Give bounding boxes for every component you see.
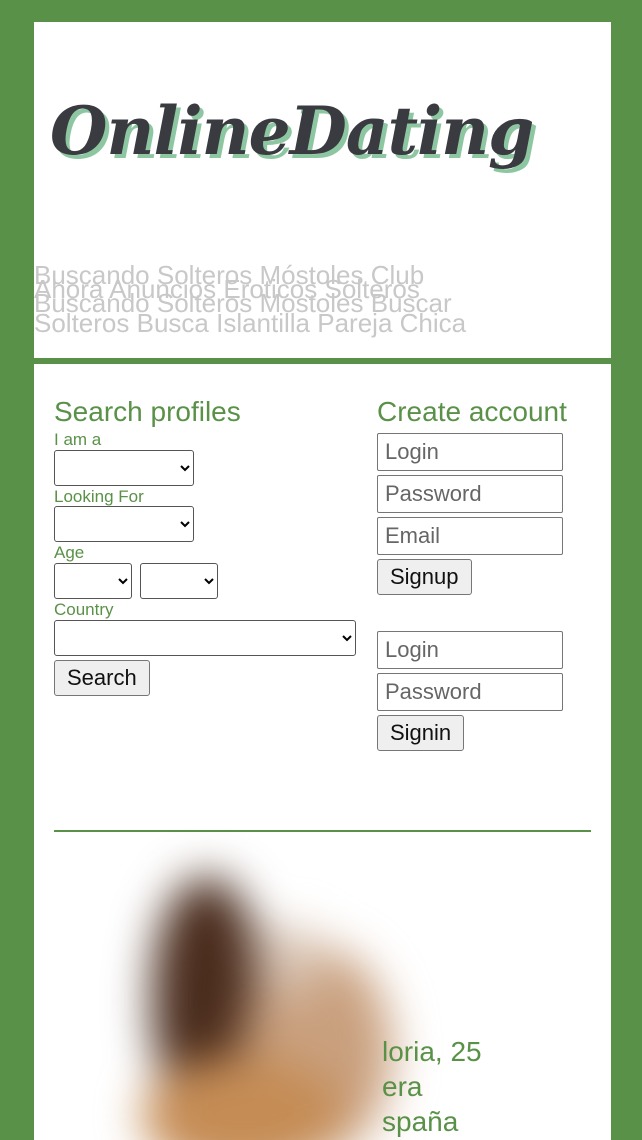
i-am-label: I am a	[54, 430, 102, 449]
looking-for-label: Looking For	[54, 486, 144, 506]
signin-form: Signin	[377, 631, 577, 751]
search-button[interactable]: Search	[54, 659, 150, 696]
age-label: Age	[54, 543, 85, 563]
account-panel: Create account Signup Signin	[377, 394, 577, 751]
signin-password-input[interactable]	[377, 673, 563, 711]
profile-name-age: loria, 25	[382, 1036, 482, 1067]
profile-caption[interactable]: loria, 25 era spaña	[382, 1034, 482, 1139]
signin-button[interactable]: Signin	[377, 715, 465, 751]
i-am-select[interactable]	[54, 449, 194, 486]
age-max-select[interactable]	[140, 563, 218, 600]
profile-country: spaña	[382, 1106, 459, 1137]
signup-button[interactable]: Signup	[377, 559, 472, 595]
looking-for-select[interactable]	[54, 506, 194, 543]
site-logo[interactable]: OnlineDating	[50, 92, 534, 170]
main-content: Search profiles I am a Looking For Age C…	[34, 364, 611, 1140]
age-min-select[interactable]	[54, 563, 132, 600]
signup-password-input[interactable]	[377, 475, 563, 513]
signup-email-input[interactable]	[377, 517, 563, 555]
search-profiles-panel: Search profiles I am a Looking For Age C…	[54, 394, 359, 696]
site-header: OnlineDating Buscando Solteros Móstoles …	[34, 22, 611, 358]
profile-city: era	[382, 1071, 423, 1102]
signup-form: Signup	[377, 433, 577, 595]
signup-login-input[interactable]	[377, 433, 563, 471]
create-account-heading: Create account	[377, 396, 567, 427]
tagline-line-4: Solteros Busca Islantilla Pareja Chica	[34, 308, 467, 338]
signin-login-input[interactable]	[377, 631, 563, 669]
country-select[interactable]	[54, 619, 356, 656]
country-label: Country	[54, 600, 114, 620]
search-heading: Search profiles	[54, 396, 241, 427]
photo-highlight-shape	[252, 926, 322, 996]
age-range	[54, 563, 359, 600]
section-divider	[54, 830, 591, 832]
